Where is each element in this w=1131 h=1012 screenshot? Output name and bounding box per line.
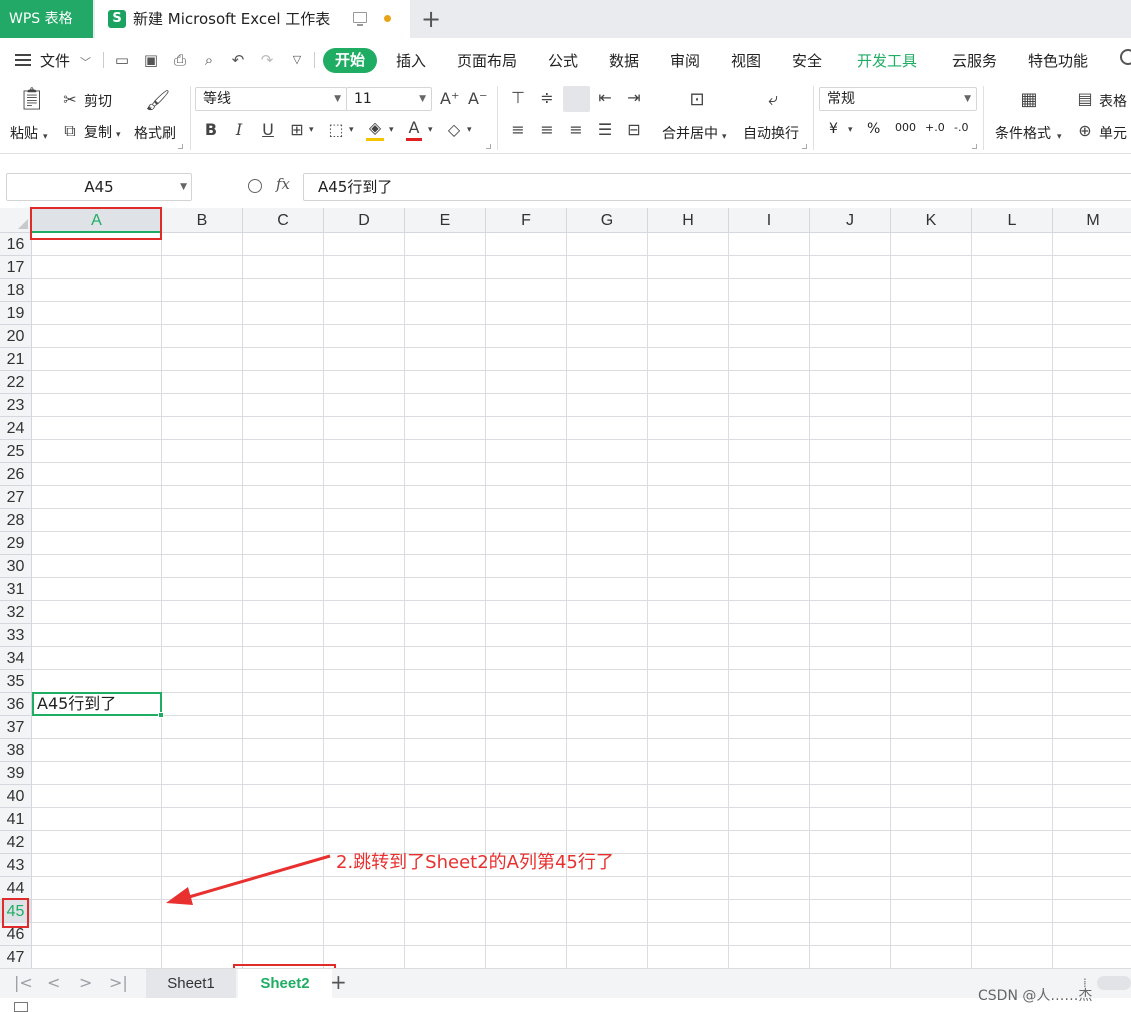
annotation-text: 2.跳转到了Sheet2的A列第45行了 (336, 852, 614, 873)
prev-sheet-icon[interactable]: < (47, 973, 60, 992)
sheet-tab-bar: |< < > >| Sheet1 Sheet2 + ⁞ (0, 968, 1131, 998)
sheet-tab-sheet2[interactable]: Sheet2 (238, 969, 332, 998)
last-sheet-icon[interactable]: >| (109, 973, 128, 992)
status-icon (14, 1002, 28, 1012)
next-sheet-icon[interactable]: > (79, 973, 92, 992)
first-sheet-icon[interactable]: |< (14, 973, 33, 992)
horizontal-scrollbar[interactable] (1097, 976, 1131, 990)
add-sheet-icon[interactable]: + (330, 970, 347, 994)
sheet-tab-sheet1[interactable]: Sheet1 (146, 969, 236, 998)
status-bar (0, 998, 1131, 1012)
watermark: CSDN @人……杰 (978, 988, 1093, 1004)
